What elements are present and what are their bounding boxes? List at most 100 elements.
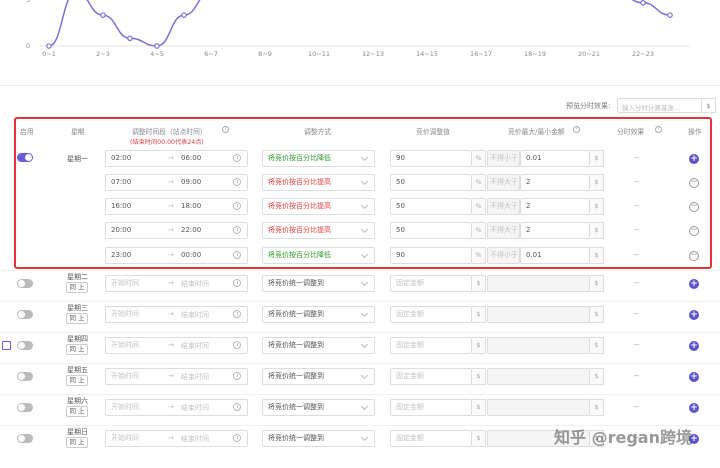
x-tick-label: 16~17 bbox=[470, 50, 492, 58]
same-as-above-button[interactable]: 同 上 bbox=[66, 344, 88, 355]
day-enable-toggle[interactable] bbox=[17, 434, 33, 443]
add-row-button[interactable]: + bbox=[689, 403, 699, 413]
end-time-placeholder: 结束时间 bbox=[181, 280, 209, 288]
adjust-mode-select[interactable]: 将竞价统一调整到 bbox=[262, 430, 375, 447]
adjust-mode-select[interactable]: 将竞价统一调整到 bbox=[262, 399, 375, 416]
arrow-icon: → bbox=[168, 372, 174, 380]
fixed-amount-input[interactable]: 固定金额 bbox=[390, 430, 472, 447]
dollar-unit: $ bbox=[472, 430, 486, 447]
x-tick-label: 18~19 bbox=[524, 50, 546, 58]
start-time-placeholder: 开始时间 bbox=[111, 403, 139, 411]
arrow-icon: → bbox=[168, 310, 174, 318]
clock-icon bbox=[233, 372, 241, 380]
day-label: 星期二 bbox=[67, 273, 88, 281]
clock-icon bbox=[233, 403, 241, 411]
dollar-unit: $ bbox=[590, 368, 604, 385]
same-as-above-button[interactable]: 同 上 bbox=[66, 313, 88, 324]
time-range-field[interactable]: 开始时间 bbox=[105, 368, 248, 385]
x-tick-label: 12~13 bbox=[362, 50, 384, 58]
dollar-unit: $ bbox=[590, 275, 604, 292]
end-time-placeholder: 结束时间 bbox=[181, 373, 209, 381]
dollar-unit: $ bbox=[472, 399, 486, 416]
effect-value: -- bbox=[634, 310, 640, 318]
time-range-field[interactable]: 开始时间 bbox=[105, 337, 248, 354]
day-label: 星期日 bbox=[67, 428, 88, 436]
row-divider bbox=[0, 301, 720, 302]
row-divider bbox=[0, 332, 720, 333]
start-time-placeholder: 开始时间 bbox=[111, 341, 139, 349]
end-time-placeholder: 结束时间 bbox=[181, 342, 209, 350]
fixed-amount-input[interactable]: 固定金额 bbox=[390, 275, 472, 292]
add-row-button[interactable]: + bbox=[689, 372, 699, 382]
add-row-button[interactable]: + bbox=[689, 341, 699, 351]
limit-amount-input bbox=[487, 399, 590, 416]
end-time-placeholder: 结束时间 bbox=[181, 404, 209, 412]
dollar-unit: $ bbox=[472, 275, 486, 292]
start-time-placeholder: 开始时间 bbox=[111, 279, 139, 287]
day-enable-toggle[interactable] bbox=[17, 279, 33, 288]
limit-amount-input bbox=[487, 306, 590, 323]
data-point bbox=[127, 35, 133, 42]
adjust-mode-select[interactable]: 将竞价统一调整到 bbox=[262, 337, 375, 354]
limit-amount-input bbox=[487, 337, 590, 354]
calendar-icon[interactable] bbox=[2, 341, 11, 350]
day-label: 星期四 bbox=[67, 335, 88, 343]
arrow-icon: → bbox=[168, 403, 174, 411]
same-as-above-button[interactable]: 同 上 bbox=[66, 406, 88, 417]
day-enable-toggle[interactable] bbox=[17, 403, 33, 412]
x-tick-label: 4~5 bbox=[150, 50, 164, 58]
adjust-mode-select[interactable]: 将竞价统一调整到 bbox=[262, 275, 375, 292]
fixed-amount-input[interactable]: 固定金额 bbox=[390, 368, 472, 385]
hourly-bid-chart: 0~1 2~3 4~5 6~7 8~9 10~11 12~13 14~15 16~17 18~19… bbox=[0, 0, 720, 62]
limit-amount-input bbox=[487, 275, 590, 292]
data-point bbox=[667, 12, 673, 18]
dollar-unit: $ bbox=[590, 399, 604, 416]
data-point bbox=[100, 12, 106, 18]
time-range-field[interactable]: 开始时间 bbox=[105, 399, 248, 416]
day-label: 星期六 bbox=[67, 397, 88, 405]
effect-value: -- bbox=[634, 372, 640, 380]
start-time-placeholder: 开始时间 bbox=[111, 434, 139, 442]
arrow-icon: → bbox=[168, 341, 174, 349]
time-range-field[interactable]: 开始时间 bbox=[105, 430, 248, 447]
watermark: 知乎 @regan跨境 bbox=[554, 428, 692, 447]
day-enable-toggle[interactable] bbox=[17, 310, 33, 319]
same-as-above-button[interactable]: 同 上 bbox=[66, 375, 88, 386]
start-time-placeholder: 开始时间 bbox=[111, 372, 139, 380]
fixed-amount-input[interactable]: 固定金额 bbox=[390, 399, 472, 416]
arrow-icon: → bbox=[168, 279, 174, 287]
day-label: 星期五 bbox=[67, 366, 88, 374]
x-tick-label: 22~23 bbox=[632, 50, 654, 58]
clock-icon bbox=[233, 310, 241, 318]
time-range-field[interactable]: 开始时间 bbox=[105, 275, 248, 292]
series-line-1 bbox=[631, 0, 671, 16]
monday-highlight-frame bbox=[14, 117, 712, 269]
arrow-icon: → bbox=[168, 434, 174, 442]
chart-divider bbox=[0, 85, 720, 86]
fixed-amount-input[interactable]: 固定金额 bbox=[390, 306, 472, 323]
time-range-field[interactable]: 开始时间 bbox=[105, 306, 248, 323]
day-enable-toggle[interactable] bbox=[17, 341, 33, 350]
x-tick-label: 20~21 bbox=[578, 50, 600, 58]
fixed-amount-input[interactable]: 固定金额 bbox=[390, 337, 472, 354]
preview-unit: $ bbox=[702, 98, 716, 113]
effect-value: -- bbox=[634, 279, 640, 287]
end-time-placeholder: 结束时间 bbox=[181, 311, 209, 319]
add-row-button[interactable]: + bbox=[689, 279, 699, 289]
clock-icon bbox=[233, 341, 241, 349]
data-point bbox=[640, 0, 646, 6]
row-divider bbox=[0, 270, 720, 271]
limit-amount-input bbox=[487, 368, 590, 385]
adjust-mode-select[interactable]: 将竞价统一调整到 bbox=[262, 306, 375, 323]
add-row-button[interactable]: + bbox=[689, 310, 699, 320]
same-as-above-button[interactable]: 同 上 bbox=[66, 282, 88, 293]
day-enable-toggle[interactable] bbox=[17, 372, 33, 381]
dollar-unit: $ bbox=[472, 368, 486, 385]
effect-value: -- bbox=[634, 403, 640, 411]
adjust-mode-select[interactable]: 将竞价统一调整到 bbox=[262, 368, 375, 385]
preview-input[interactable]: 输入分时计算基准... bbox=[617, 98, 702, 113]
preview-label: 预览分时效果: bbox=[566, 102, 611, 110]
row-divider bbox=[0, 394, 720, 395]
same-as-above-button[interactable]: 同 上 bbox=[66, 437, 88, 448]
clock-icon bbox=[233, 279, 241, 287]
